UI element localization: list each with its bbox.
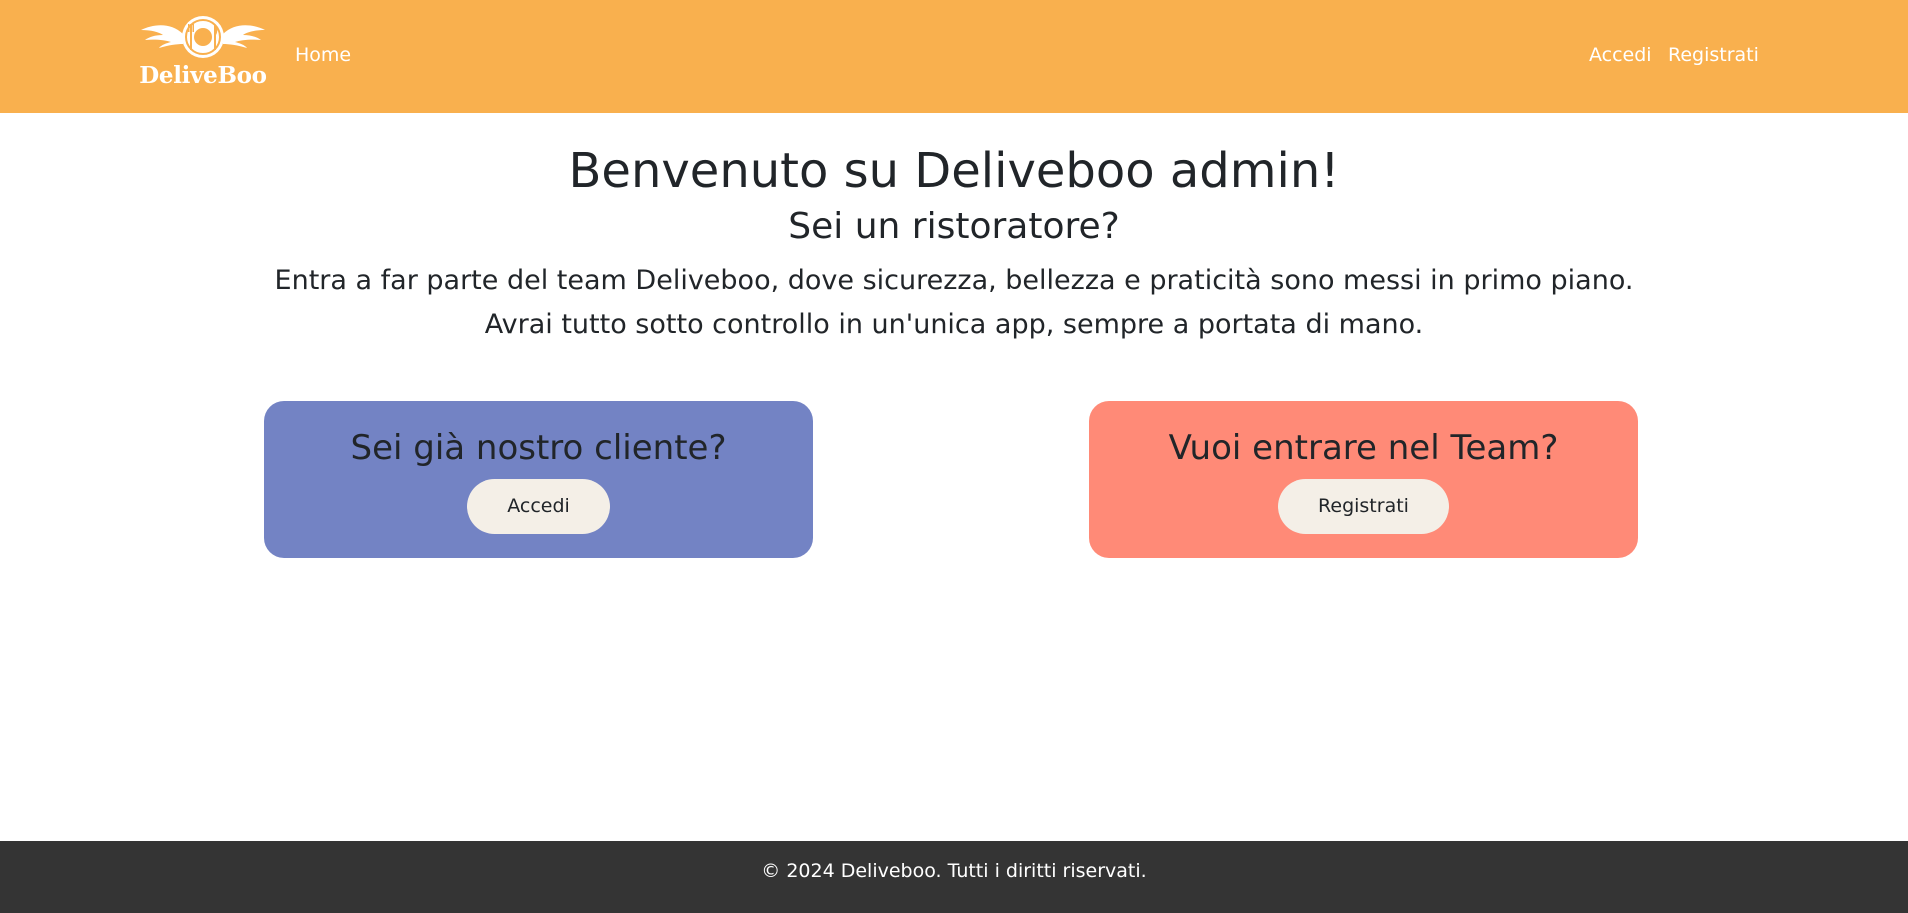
winged-plate-icon xyxy=(141,16,265,58)
page-title: Benvenuto su Deliveboo admin! xyxy=(568,143,1340,199)
page-subtitle: Sei un ristoratore? xyxy=(788,206,1120,247)
existing-client-card: Sei già nostro cliente? Accedi xyxy=(264,401,813,558)
page-footer: © 2024 Deliveboo. Tutti i diritti riserv… xyxy=(0,841,1908,913)
login-button[interactable]: Accedi xyxy=(467,479,610,534)
join-team-card: Vuoi entrare nel Team? Registrati xyxy=(1089,401,1638,558)
deliveboo-logo[interactable]: DeliveBoo xyxy=(139,14,267,94)
top-navbar: DeliveBoo Home Accedi Registrati xyxy=(0,0,1908,113)
nav-home-link[interactable]: Home xyxy=(295,42,351,68)
intro-paragraph: Entra a far parte del team Deliveboo, do… xyxy=(274,265,1634,340)
team-card-title: Vuoi entrare nel Team? xyxy=(1168,428,1559,468)
hero-section: Benvenuto su Deliveboo admin! Sei un ris… xyxy=(0,113,1908,347)
client-card-title: Sei già nostro cliente? xyxy=(350,428,727,468)
nav-register-link[interactable]: Registrati xyxy=(1668,42,1759,68)
nav-login-link[interactable]: Accedi xyxy=(1589,42,1652,68)
logo-text: DeliveBoo xyxy=(139,62,267,89)
register-button[interactable]: Registrati xyxy=(1278,479,1449,534)
copyright-text: © 2024 Deliveboo. Tutti i diritti riserv… xyxy=(761,860,1147,882)
